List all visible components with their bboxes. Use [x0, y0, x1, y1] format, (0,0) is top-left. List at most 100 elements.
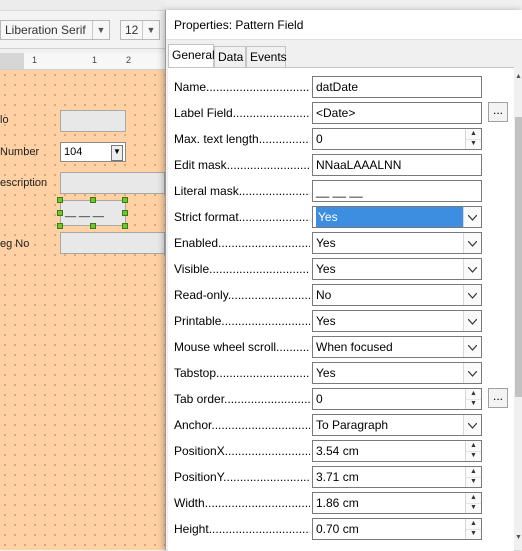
width-stepper[interactable]: 1.86 cm ▲ ▼ [312, 492, 482, 514]
property-row-visible: Visible.................................… [168, 256, 514, 282]
form-field[interactable] [60, 110, 126, 132]
property-row-printable: Printable...............................… [168, 308, 514, 334]
selection-handle[interactable] [90, 223, 96, 229]
spin-buttons[interactable]: ▲ ▼ [465, 389, 481, 409]
anchor-select[interactable]: To Paragraph [312, 414, 482, 436]
mouse-wheel-scroll-select[interactable]: When focused [312, 336, 482, 358]
vertical-scrollbar[interactable]: ▲ ▼ [514, 67, 522, 550]
property-row-literal-mask: Literal mask............................… [168, 178, 514, 204]
property-label: Mouse wheel scroll......................… [174, 340, 310, 354]
tab-general[interactable]: General [168, 44, 215, 68]
chevron-down-icon[interactable] [463, 311, 481, 331]
property-label: PositionY...............................… [174, 470, 310, 484]
strict-format-select[interactable]: Yes [312, 206, 482, 228]
visible-select[interactable]: Yes [312, 258, 482, 280]
spin-buttons[interactable]: ▲ ▼ [465, 493, 481, 513]
tab-order-stepper[interactable]: 0 ▲ ▼ [312, 388, 482, 410]
chevron-down-icon[interactable] [463, 259, 481, 279]
property-row-width: Width...................................… [168, 490, 514, 516]
ruler-mark: 2 [126, 55, 132, 65]
spin-down-icon[interactable]: ▼ [466, 477, 481, 487]
position-y-stepper[interactable]: 3.71 cm ▲ ▼ [312, 466, 482, 488]
chevron-down-icon[interactable]: ▼ [92, 21, 109, 39]
property-label: Tabstop.................................… [174, 366, 310, 380]
property-row-anchor: Anchor..................................… [168, 412, 514, 438]
form-field[interactable] [60, 232, 165, 254]
spin-down-icon[interactable]: ▼ [466, 399, 481, 409]
scroll-up-icon[interactable]: ▲ [514, 73, 522, 83]
tabstop-select[interactable]: Yes [312, 362, 482, 384]
spin-down-icon[interactable]: ▼ [466, 503, 481, 513]
dialog-title: Properties: Pattern Field [166, 10, 522, 40]
number-value: 104 [64, 146, 83, 158]
ruler-mark: 1 [32, 55, 38, 65]
chevron-down-icon[interactable] [463, 337, 481, 357]
selection-handle[interactable] [122, 210, 128, 216]
property-label: Enabled.................................… [174, 236, 310, 250]
property-label: Edit mask...............................… [174, 158, 310, 172]
chevron-down-icon[interactable]: ▼ [142, 21, 159, 39]
scrollbar-thumb[interactable] [515, 117, 522, 397]
chevron-down-icon[interactable] [463, 207, 481, 227]
spin-buttons[interactable]: ▲ ▼ [465, 467, 481, 487]
number-field[interactable]: 104 ▼ [60, 142, 126, 162]
property-label: Printable...............................… [174, 314, 310, 328]
property-row-height: Height..................................… [168, 516, 514, 542]
enabled-select[interactable]: Yes [312, 232, 482, 254]
read-only-select[interactable]: No [312, 284, 482, 306]
spin-down-icon[interactable]: ▼ [111, 145, 123, 161]
selection-handle[interactable] [57, 223, 63, 229]
property-row-strict-format: Strict format...........................… [168, 204, 514, 230]
position-x-stepper[interactable]: 3.54 cm ▲ ▼ [312, 440, 482, 462]
selection-handle[interactable] [90, 197, 96, 203]
property-label: Name....................................… [174, 80, 310, 94]
form-field[interactable] [60, 172, 165, 194]
printable-select[interactable]: Yes [312, 310, 482, 332]
spin-buttons[interactable]: ▲ ▼ [465, 441, 481, 461]
tab-order-browse-button[interactable]: ... [488, 388, 508, 408]
font-size-value: 12 [125, 23, 139, 37]
selection-handle[interactable] [57, 210, 63, 216]
spin-down-icon[interactable]: ▼ [466, 139, 481, 149]
chevron-down-icon[interactable] [463, 285, 481, 305]
chevron-down-icon[interactable] [463, 233, 481, 253]
form-label: eg No [0, 238, 30, 250]
chevron-down-icon[interactable] [463, 363, 481, 383]
selection-handle[interactable] [122, 197, 128, 203]
scroll-down-icon[interactable]: ▼ [514, 534, 522, 544]
property-label: Visible.................................… [174, 262, 310, 276]
property-label: Width...................................… [174, 496, 310, 510]
edit-mask-input[interactable]: NNaaLAAALNN [312, 154, 482, 176]
spin-down-icon[interactable]: ▼ [466, 451, 481, 461]
toolbar-strip [0, 0, 165, 11]
selection-handle[interactable] [122, 223, 128, 229]
font-size-combo[interactable]: 12 ▼ [120, 20, 160, 40]
max-text-length-stepper[interactable]: 0 ▲ ▼ [312, 128, 482, 150]
property-label: Strict format...........................… [174, 210, 310, 224]
spin-down-icon[interactable]: ▼ [466, 529, 481, 539]
property-label: Label Field.............................… [174, 106, 310, 120]
selection-handle[interactable] [57, 197, 63, 203]
chevron-down-icon[interactable] [463, 415, 481, 435]
properties-dialog: Properties: Pattern Field General Data E… [165, 10, 522, 551]
property-row-mouse-wheel-scroll: Mouse wheel scroll......................… [168, 334, 514, 360]
tab-events[interactable]: Events [246, 46, 287, 68]
property-row-edit-mask: Edit mask...............................… [168, 152, 514, 178]
property-row-position-x: PositionX...............................… [168, 438, 514, 464]
label-field-browse-button[interactable]: ... [488, 102, 508, 122]
name-input[interactable]: datDate [312, 76, 482, 98]
property-row-position-y: PositionY...............................… [168, 464, 514, 490]
spin-buttons[interactable]: ▲ ▼ [465, 129, 481, 149]
font-name-combo[interactable]: Liberation Serif ▼ [0, 20, 110, 40]
property-label: Tab order...............................… [174, 392, 310, 406]
ruler-mark: 1 [92, 55, 98, 65]
form-label: lo [0, 114, 9, 126]
ruler: 1 1 2 [0, 53, 165, 70]
spin-buttons[interactable]: ▲ ▼ [465, 519, 481, 539]
tab-data[interactable]: Data [214, 46, 246, 68]
label-field-input[interactable]: <Date> [312, 102, 482, 124]
property-label: Anchor..................................… [174, 418, 310, 432]
height-stepper[interactable]: 0.70 cm ▲ ▼ [312, 518, 482, 540]
literal-mask-input[interactable]: __ __ __ [312, 180, 482, 202]
property-row-tabstop: Tabstop.................................… [168, 360, 514, 386]
